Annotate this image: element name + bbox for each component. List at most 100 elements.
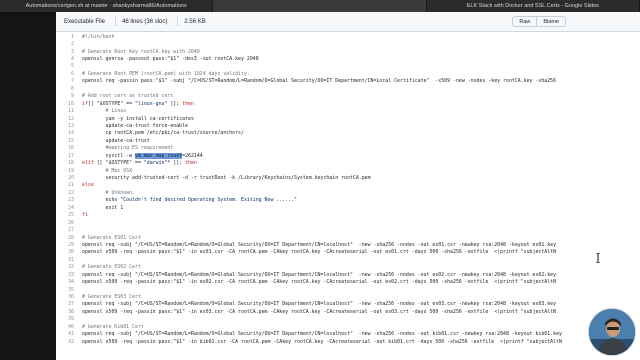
line-number[interactable]: 24 xyxy=(56,205,82,211)
code-token: openssl req -subj "/C=US/ST=Random/L=Ran… xyxy=(82,331,562,338)
line-number[interactable]: 27 xyxy=(56,227,82,233)
code-token: openssl x509 -req -passin pass:"$1" -in … xyxy=(82,338,562,345)
line-content: yum -y install ca-certificates xyxy=(82,116,640,122)
code-token: #meeting ES requirement xyxy=(82,145,174,152)
code-token: # Mac OSX xyxy=(82,167,133,174)
line-number[interactable]: 2 xyxy=(56,41,82,47)
browser-tab-bar: Automations/certgen.sh at master · shank… xyxy=(0,0,640,12)
line-number[interactable]: 14 xyxy=(56,130,82,136)
line-number[interactable]: 31 xyxy=(56,257,82,263)
line-number[interactable]: 1 xyxy=(56,34,82,40)
line-number[interactable]: 8 xyxy=(56,86,82,92)
line-content: security add-trusted-cert -d -r trustRoo… xyxy=(82,175,640,181)
code-line: 13 update-ca-trust force-enable xyxy=(56,122,640,129)
code-token: openssl req -subj "/C=US/ST=Random/L=Ran… xyxy=(82,271,557,278)
line-number[interactable]: 36 xyxy=(56,294,82,300)
code-token: # Linux xyxy=(82,108,127,115)
code-token: fi xyxy=(82,212,88,219)
line-content: # Unknown. xyxy=(82,190,640,196)
line-content: openssl x509 -req -passin pass:"$1" -in … xyxy=(82,309,640,315)
code-line: 17 sysctl -w vm.max_map_count=262144 xyxy=(56,152,640,159)
line-number[interactable]: 30 xyxy=(56,249,82,255)
line-number[interactable]: 4 xyxy=(56,56,82,62)
line-number[interactable]: 22 xyxy=(56,190,82,196)
code-line: 10 if[[ "$OSTYPE" == "linux-gnu" ]]; then xyxy=(56,100,640,107)
line-number[interactable]: 21 xyxy=(56,182,82,188)
code-token: "Couldn't find desired Operating System.… xyxy=(120,197,297,204)
line-number[interactable]: 20 xyxy=(56,175,82,181)
line-number[interactable]: 32 xyxy=(56,264,82,270)
line-number[interactable]: 10 xyxy=(56,101,82,107)
code-token: # Generate ES02 Cert xyxy=(82,264,141,271)
file-viewer: Executable File 46 lines (36 sloc) 2.56 … xyxy=(56,12,640,360)
code-line: 3 # Generate Root Key rootCA.key with 204… xyxy=(56,48,640,55)
line-content: # Add root cert as trusted cert xyxy=(82,93,640,99)
browser-tab-slides[interactable]: ELK Stack with Docker and SSL Certs - Go… xyxy=(427,0,640,12)
line-content: openssl req -passin pass:"$1" -subj "/C=… xyxy=(82,78,640,84)
line-number[interactable]: 19 xyxy=(56,168,82,174)
file-line-count: 46 lines (36 sloc) xyxy=(122,18,168,25)
line-number[interactable]: 9 xyxy=(56,93,82,99)
line-number[interactable]: 29 xyxy=(56,242,82,248)
code-token: openssl req -subj "/C=US/ST=Random/L=Ran… xyxy=(82,241,557,248)
line-number[interactable]: 17 xyxy=(56,153,82,159)
blame-button[interactable]: Blame xyxy=(537,16,566,27)
line-number[interactable]: 42 xyxy=(56,339,82,345)
raw-button[interactable]: Raw xyxy=(512,16,538,27)
line-number[interactable]: 26 xyxy=(56,220,82,226)
code-line: 18 elif [[ "$OSTYPE" == "darwin"* ]]; the… xyxy=(56,159,640,166)
line-number[interactable]: 16 xyxy=(56,145,82,151)
line-number[interactable]: 11 xyxy=(56,108,82,114)
code-token: openssl req -subj "/C=US/ST=Random/L=Ran… xyxy=(82,301,557,308)
code-token: # Generate ES03 Cert xyxy=(82,294,141,301)
line-content: #meeting ES requirement xyxy=(82,145,640,151)
line-number[interactable]: 12 xyxy=(56,116,82,122)
file-meta: Executable File 46 lines (36 sloc) 2.56 … xyxy=(64,17,210,26)
code-line: 23 echo "Couldn't find desired Operating… xyxy=(56,197,640,204)
line-content: openssl req -subj "/C=US/ST=Random/L=Ran… xyxy=(82,272,640,278)
line-number[interactable]: 33 xyxy=(56,272,82,278)
code-line: 29 openssl req -subj "/C=US/ST=Random/L=R… xyxy=(56,241,640,248)
line-number[interactable]: 41 xyxy=(56,331,82,337)
code-token: openssl x509 -req -passin pass:"$1" -in … xyxy=(82,249,557,256)
line-content: fi xyxy=(82,212,640,218)
code-line: 16 #meeting ES requirement xyxy=(56,145,640,152)
code-line: 27 xyxy=(56,226,640,233)
code-token: exit 1 xyxy=(82,204,124,211)
code-line: 42 openssl x509 -req -passin pass:"$1" -i… xyxy=(56,338,640,345)
code-line: 2 xyxy=(56,40,640,47)
file-mode: Executable File xyxy=(64,18,106,25)
line-content: # Generate ES01 Cert xyxy=(82,235,640,241)
line-number[interactable]: 18 xyxy=(56,160,82,166)
line-number[interactable]: 6 xyxy=(56,71,82,77)
code-token: # Generate Root PEM (rootCA.pem) with 10… xyxy=(82,70,250,77)
line-number[interactable]: 7 xyxy=(56,78,82,84)
line-number[interactable]: 25 xyxy=(56,212,82,218)
line-number[interactable]: 35 xyxy=(56,287,82,293)
line-number[interactable]: 13 xyxy=(56,123,82,129)
code-view[interactable]: 1 #!/bin/bash 2 3 # Generate Root Key rootCA… xyxy=(56,33,640,360)
line-number[interactable]: 23 xyxy=(56,197,82,203)
line-number[interactable]: 40 xyxy=(56,324,82,330)
line-number[interactable]: 5 xyxy=(56,63,82,69)
line-number[interactable]: 34 xyxy=(56,279,82,285)
line-content: sysctl -w vm.max_map_count=262144 xyxy=(82,152,640,159)
line-number[interactable]: 37 xyxy=(56,301,82,307)
line-content: update-ca-trust force-enable xyxy=(82,123,640,129)
line-content: cp rootCA.pem /etc/pki/ca-trust/source/a… xyxy=(82,130,640,136)
code-token: yum -y install ca-certificates xyxy=(82,115,194,122)
line-content: # Mac OSX xyxy=(82,168,640,174)
text-cursor-icon xyxy=(596,253,600,263)
code-token: echo xyxy=(82,197,121,204)
code-token: openssl req -passin pass:"$1" -subj "/C=… xyxy=(82,78,557,85)
code-token: "linux-gnu" xyxy=(135,100,168,107)
line-number[interactable]: 38 xyxy=(56,309,82,315)
line-number[interactable]: 3 xyxy=(56,49,82,55)
line-number[interactable]: 15 xyxy=(56,138,82,144)
line-number[interactable]: 39 xyxy=(56,316,82,322)
browser-tab-active[interactable] xyxy=(213,0,427,12)
code-line: 15 update-ca-trust xyxy=(56,137,640,144)
browser-tab-certgen[interactable]: Automations/certgen.sh at master · shank… xyxy=(0,0,214,12)
line-number[interactable]: 28 xyxy=(56,235,82,241)
code-token: elif xyxy=(82,160,94,167)
